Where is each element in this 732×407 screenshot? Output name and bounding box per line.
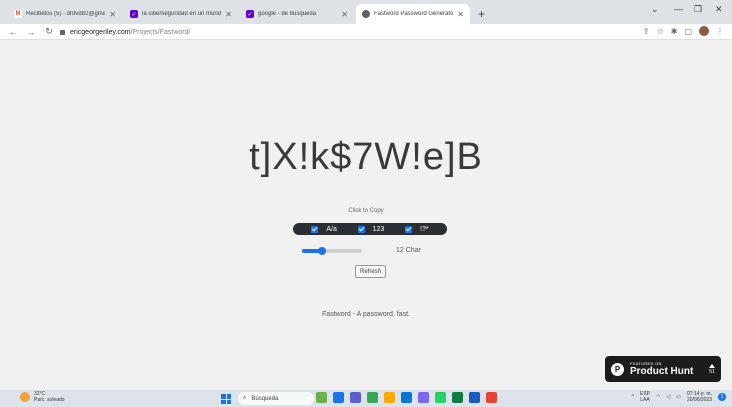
close-window-icon[interactable]: ✕ — [715, 4, 723, 15]
menu-icon[interactable]: ⋮ — [716, 27, 724, 36]
notification-badge[interactable]: 1 — [718, 393, 726, 401]
back-icon[interactable]: ← — [8, 27, 18, 37]
option-label: !?* — [420, 225, 429, 233]
system-tray: ^ ESP LAA ◠ ◁ ▭ 07:14 p. m. 20/06/2023 1 — [632, 391, 726, 403]
sidepanel-icon[interactable]: ▢ — [684, 27, 692, 36]
gmail-icon: M — [14, 10, 22, 18]
length-slider[interactable] — [302, 247, 362, 255]
language-indicator[interactable]: ESP LAA — [640, 391, 650, 403]
weather-condition: Parc. soleado — [34, 397, 65, 403]
search-icon: ⌕ — [243, 395, 247, 401]
url-path: /Projects/Fastword/ — [130, 28, 191, 36]
globe-icon — [362, 10, 370, 18]
new-tab-button[interactable]: + — [472, 4, 491, 24]
weather-text: 32°C Parc. soleado — [34, 391, 65, 403]
tab-gmail[interactable]: M Recibidos (5) - drdvd82@gmail.c ✕ — [8, 4, 122, 24]
yahoo-icon: ✓ — [130, 10, 138, 18]
slider-handle[interactable] — [317, 247, 326, 255]
tab-google-busqueda[interactable]: ✓ google - de búsqueda ✕ — [240, 4, 354, 24]
checkbox-numbers[interactable] — [357, 225, 365, 233]
clock-date: 20/06/2023 — [686, 397, 712, 403]
tab-title: Recibidos (5) - drdvd82@gmail.c — [26, 11, 106, 17]
taskbar-app-icon[interactable] — [452, 392, 463, 403]
option-numbers[interactable]: 123 — [357, 225, 385, 233]
taskbar: 32°C Parc. soleado ⌕ Búsqueda ^ ESP LAA … — [0, 390, 732, 407]
generated-password[interactable]: t]X!k$7W!e]B — [0, 136, 732, 179]
wifi-icon[interactable]: ◠ — [656, 394, 660, 400]
close-icon[interactable]: ✕ — [457, 10, 464, 19]
extensions-icon[interactable]: ✱ — [671, 27, 678, 36]
browser-toolbar: ← → ↻ ericgeorgeriley.com/Projects/Fastw… — [0, 24, 732, 40]
reload-icon[interactable]: ↻ — [44, 26, 54, 37]
search-placeholder: Búsqueda — [251, 395, 279, 402]
star-icon[interactable]: ☆ — [657, 27, 664, 36]
clock[interactable]: 07:14 p. m. 20/06/2023 — [687, 391, 712, 403]
product-hunt-name: Product Hunt — [630, 366, 694, 377]
tab-title: google - de búsqueda — [258, 11, 317, 17]
page-content: t]X!k$7W!e]B Click to Copy A/a 123 !?* 1… — [0, 40, 732, 386]
option-case[interactable]: A/a — [311, 225, 337, 233]
tab-title: la ciberseguridad en un mundo p — [142, 11, 222, 17]
option-label: 123 — [372, 225, 385, 233]
restore-icon[interactable]: ❐ — [694, 4, 702, 15]
tab-fastword[interactable]: Fastword Password Generator | A ✕ — [356, 4, 470, 24]
avatar[interactable] — [699, 26, 709, 36]
battery-icon[interactable]: ▭ — [676, 394, 681, 400]
chevron-up-icon[interactable]: ^ — [632, 394, 634, 400]
taskbar-app-icon[interactable] — [418, 392, 429, 403]
vote-number: 51 — [709, 368, 715, 375]
share-icon[interactable]: ⇪ — [643, 27, 650, 36]
product-hunt-badge[interactable]: P FEATURED ON Product Hunt 51 — [605, 356, 721, 382]
taskbar-app-icon[interactable] — [367, 392, 378, 403]
lock-icon[interactable] — [60, 29, 65, 35]
close-icon[interactable]: ✕ — [225, 10, 232, 19]
close-icon[interactable]: ✕ — [341, 10, 348, 19]
taskbar-app-icon[interactable] — [401, 392, 412, 403]
taskbar-app-icon[interactable] — [384, 392, 395, 403]
yahoo-icon: ✓ — [246, 10, 254, 18]
checkbox-symbols[interactable] — [405, 225, 413, 233]
checkbox-case[interactable] — [311, 225, 319, 233]
url-host: ericgeorgeriley.com — [70, 28, 131, 36]
option-label: A/a — [326, 225, 337, 233]
options-bar: A/a 123 !?* — [293, 223, 447, 235]
address-bar[interactable]: ericgeorgeriley.com/Projects/Fastword/ — [60, 25, 190, 39]
minimize-icon[interactable]: — — [674, 4, 683, 14]
windows-start-icon[interactable] — [221, 394, 231, 404]
chevron-down-icon[interactable]: ⌄ — [651, 4, 659, 15]
refresh-button[interactable]: Refresh — [355, 265, 387, 278]
taskbar-app-icon[interactable] — [435, 392, 446, 403]
taskbar-app-icon[interactable] — [316, 392, 327, 403]
volume-icon[interactable]: ◁ — [666, 394, 670, 400]
copy-hint: Click to Copy — [348, 208, 384, 214]
taskbar-app-icon[interactable] — [469, 392, 480, 403]
product-hunt-logo-icon: P — [611, 362, 624, 376]
option-symbols[interactable]: !?* — [405, 225, 429, 233]
toolbar-icons: ⇪ ☆ ✱ ▢ ⋮ — [643, 26, 724, 36]
lang-bottom: LAA — [640, 397, 650, 403]
taskbar-app-icon[interactable] — [333, 392, 344, 403]
taskbar-app-icon[interactable] — [350, 392, 361, 403]
weather-sun-icon — [20, 392, 30, 402]
tab-title: Fastword Password Generator | A — [374, 11, 454, 17]
length-label: 12 Char — [396, 247, 421, 254]
tab-ciberseguridad[interactable]: ✓ la ciberseguridad en un mundo p ✕ — [124, 4, 238, 24]
tab-strip: M Recibidos (5) - drdvd82@gmail.c ✕ ✓ la… — [0, 0, 732, 24]
close-icon[interactable]: ✕ — [109, 10, 116, 19]
forward-icon[interactable]: → — [26, 27, 36, 37]
tagline: Fastword - A password, fast. — [322, 311, 410, 318]
taskbar-search[interactable]: ⌕ Búsqueda — [238, 392, 314, 405]
product-hunt-text: FEATURED ON Product Hunt — [630, 361, 693, 377]
taskbar-app-icon[interactable] — [486, 392, 497, 403]
upvote-icon — [709, 363, 715, 368]
upvote-count: 51 — [709, 363, 715, 375]
weather-widget[interactable]: 32°C Parc. soleado — [20, 391, 65, 403]
taskbar-apps — [316, 392, 497, 403]
